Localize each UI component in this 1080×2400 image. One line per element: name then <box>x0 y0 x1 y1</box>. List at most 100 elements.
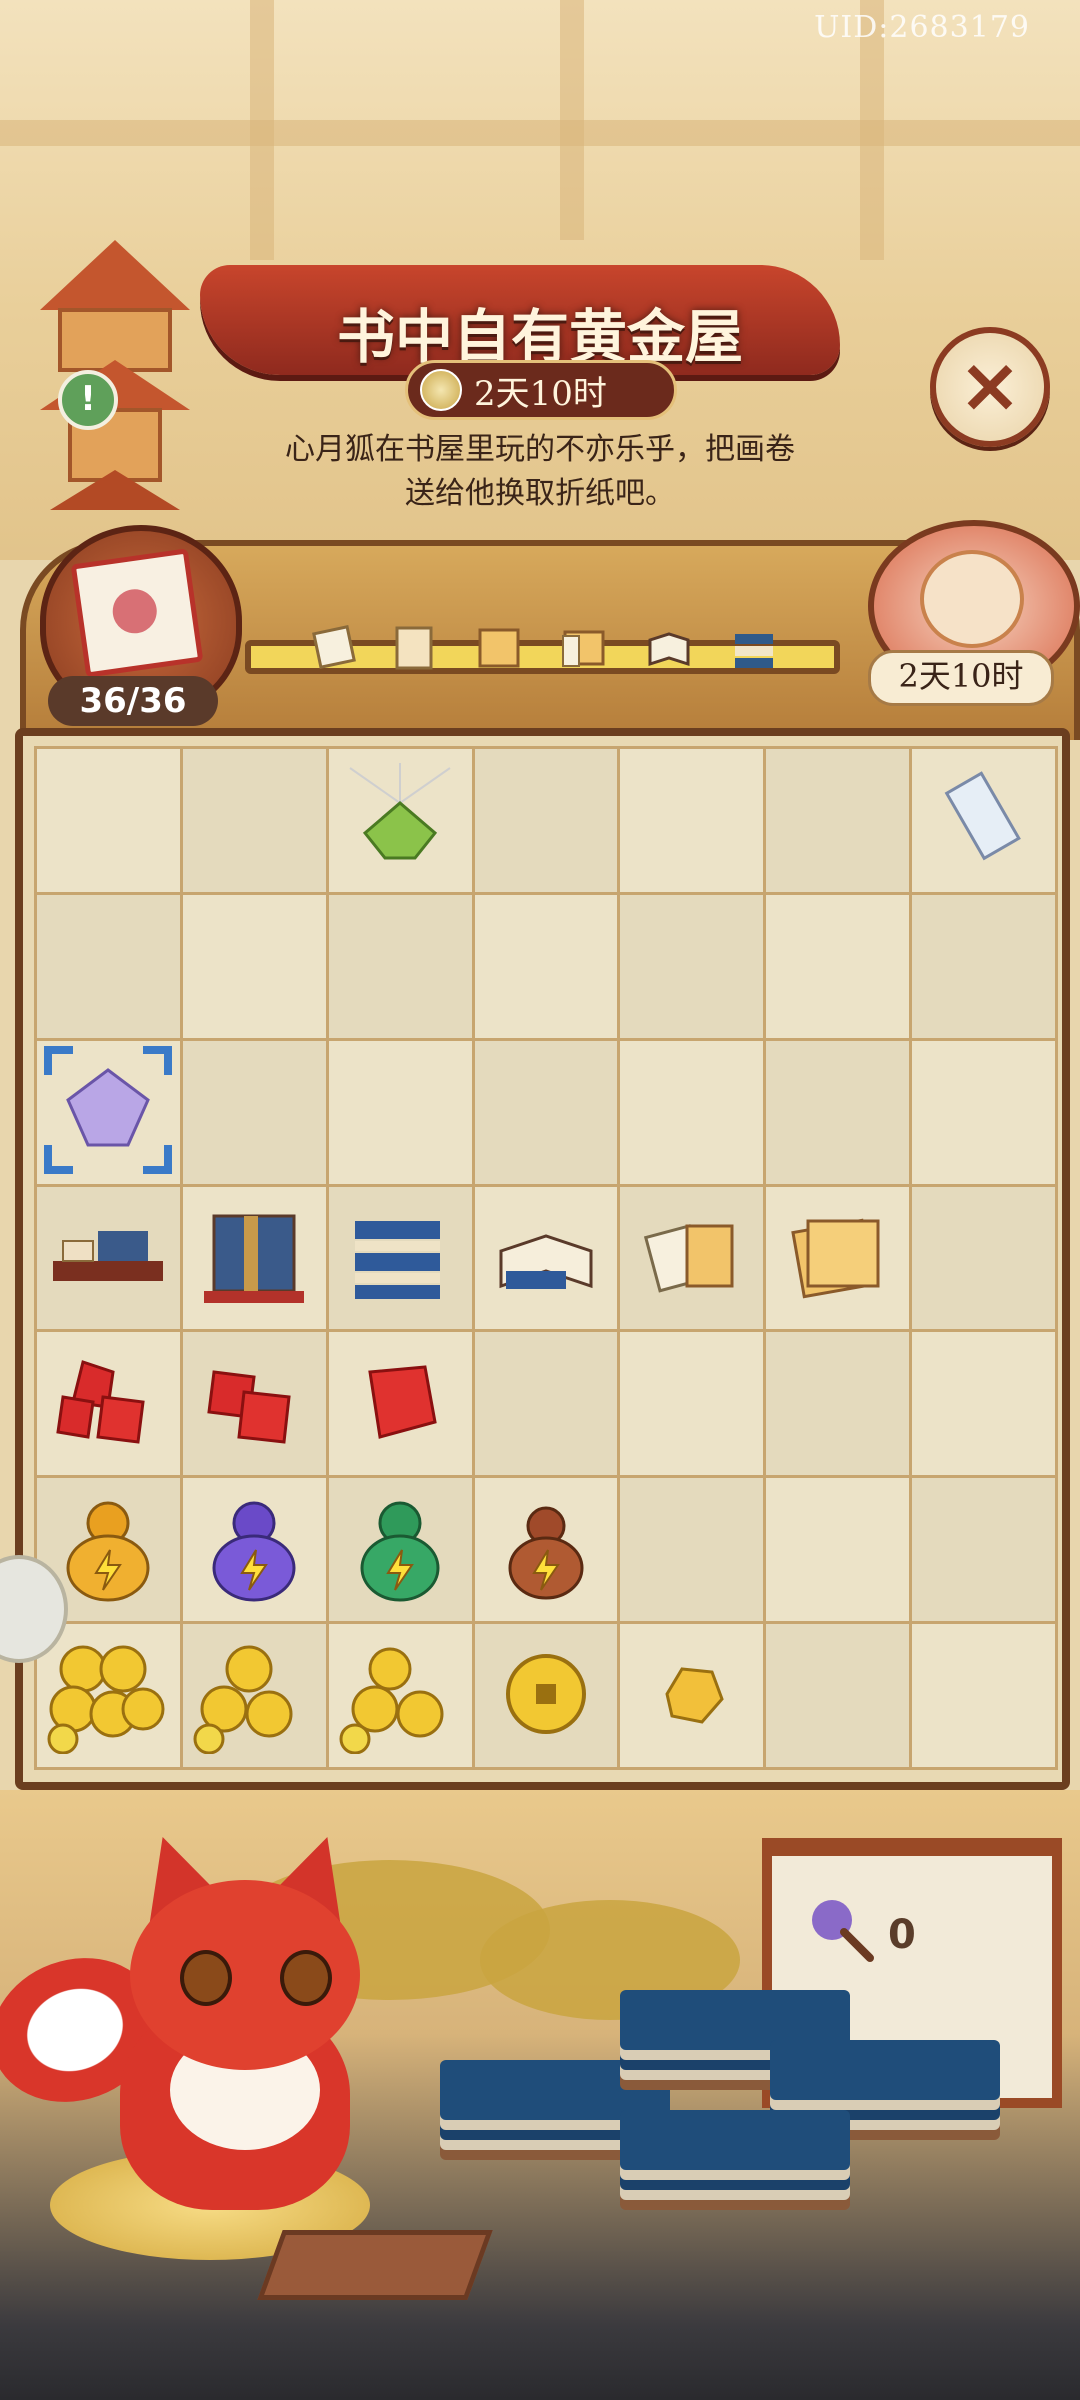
ceiling-beam <box>0 120 1080 146</box>
grid-cell[interactable] <box>912 749 1055 892</box>
grid-cell[interactable] <box>766 894 910 1038</box>
letter-stage-icon <box>395 626 433 670</box>
grid-cell[interactable] <box>620 1332 764 1476</box>
grid-cell[interactable] <box>328 1624 472 1767</box>
grid-cell[interactable] <box>620 894 764 1038</box>
grid-cell[interactable] <box>474 1332 618 1476</box>
grid-cell[interactable] <box>328 1040 472 1184</box>
book-stack-stage-icon <box>735 634 773 668</box>
grid-cell[interactable] <box>328 1332 472 1476</box>
grid-cell[interactable] <box>912 1186 1055 1330</box>
description-line-1: 心月狐在书屋里玩的不亦乐乎，把画卷 <box>285 432 795 467</box>
paper-scroll-icon[interactable] <box>944 768 1024 872</box>
character-timer: 2天10时 <box>868 650 1054 706</box>
description-line-2: 送给他换取折纸吧。 <box>405 476 675 511</box>
grid-cell[interactable] <box>474 1478 618 1622</box>
grid-cell[interactable] <box>328 749 472 892</box>
red-gem-1-icon[interactable] <box>350 1352 450 1456</box>
event-description: 心月狐在书屋里玩的不亦乐乎，把画卷 送给他换取折纸吧。 <box>200 428 880 516</box>
grid-cell[interactable] <box>620 1478 764 1622</box>
energy-gourd-brown-icon[interactable] <box>496 1488 596 1612</box>
wooden-tray <box>257 2230 493 2300</box>
alert-icon[interactable]: ! <box>58 370 118 430</box>
grid-cell[interactable] <box>182 749 326 892</box>
grid-cell[interactable] <box>37 1332 180 1476</box>
grid-cell[interactable] <box>912 1624 1055 1767</box>
grid-cell[interactable] <box>474 1186 618 1330</box>
grid-cell[interactable] <box>37 1624 180 1767</box>
duster-count: 0 <box>888 1912 916 1958</box>
grid-cell[interactable] <box>474 894 618 1038</box>
grid-cell[interactable] <box>37 749 180 892</box>
grid-cell[interactable] <box>912 1332 1055 1476</box>
origami-frog-cobweb-icon[interactable] <box>345 763 455 877</box>
red-gems-3-icon[interactable] <box>53 1352 163 1456</box>
event-timer: 2天10时 <box>405 360 677 420</box>
grid-cell[interactable] <box>912 1478 1055 1622</box>
uid-label: UID:2683179 <box>814 10 1030 45</box>
progress-track <box>245 625 840 674</box>
close-button[interactable]: × <box>930 327 1050 447</box>
scroll-stage-icon <box>312 625 356 669</box>
book-stack-decoration[interactable] <box>770 2040 1000 2100</box>
grid-cell[interactable] <box>474 749 618 892</box>
grid-cell[interactable] <box>766 1040 910 1184</box>
grid-cell[interactable] <box>182 1624 326 1767</box>
grid-cell[interactable] <box>182 894 326 1038</box>
paper-bundle-stage-icon <box>478 628 520 668</box>
origami-fortune-teller-selected-icon[interactable] <box>43 1045 173 1179</box>
gold-nugget-icon[interactable] <box>652 1654 732 1738</box>
coin-pile-3-icon[interactable] <box>43 1634 173 1758</box>
fox-eye <box>180 1950 232 2006</box>
grid-cell[interactable] <box>766 1478 910 1622</box>
energy-gourd-green-icon[interactable] <box>350 1488 450 1612</box>
cat-character-icon <box>920 550 1024 648</box>
open-book-stage-icon <box>648 632 690 667</box>
grid-cell[interactable] <box>328 1478 472 1622</box>
grid-cell[interactable] <box>766 1624 910 1767</box>
leaf-clock-icon <box>420 369 462 411</box>
grid-cell[interactable] <box>474 1040 618 1184</box>
grid-cell[interactable] <box>912 894 1055 1038</box>
book-stack-decoration[interactable] <box>620 2110 850 2170</box>
grid-cell[interactable] <box>474 1624 618 1767</box>
energy-gourd-purple-icon[interactable] <box>204 1488 304 1612</box>
ceiling-beam <box>560 0 584 240</box>
book-stage-icon <box>562 630 605 667</box>
open-books-icon[interactable] <box>491 1201 601 1315</box>
feather-duster-icon <box>812 1900 874 1962</box>
coin-pile-1-icon[interactable] <box>335 1634 465 1758</box>
grid-cell[interactable] <box>328 1186 472 1330</box>
grid-cell[interactable] <box>620 1186 764 1330</box>
energy-gourd-orange-icon[interactable] <box>58 1488 158 1612</box>
fox-eye <box>280 1950 332 2006</box>
grid-cell[interactable] <box>912 1040 1055 1184</box>
grid-cell[interactable] <box>182 1478 326 1622</box>
paper-bundle-icon[interactable] <box>783 1201 893 1315</box>
grid-cell[interactable] <box>620 1624 764 1767</box>
folded-papers-icon[interactable] <box>637 1201 747 1315</box>
grid-cell[interactable] <box>620 749 764 892</box>
grid-cell[interactable] <box>182 1040 326 1184</box>
grid-cell[interactable] <box>328 894 472 1038</box>
grid-cell[interactable] <box>37 1186 180 1330</box>
ceiling-beam <box>250 0 274 260</box>
grid-cell[interactable] <box>37 894 180 1038</box>
progress-counter: 36/36 <box>48 676 218 726</box>
red-gems-2-icon[interactable] <box>199 1352 309 1456</box>
pagoda-lantern-icon <box>40 240 190 510</box>
book-stack-icon[interactable] <box>345 1201 455 1315</box>
grid-cell[interactable] <box>182 1332 326 1476</box>
merge-grid <box>34 746 1058 1770</box>
scroll-table-icon[interactable] <box>43 1211 173 1305</box>
grid-cell[interactable] <box>37 1040 180 1184</box>
grid-cell[interactable] <box>766 1332 910 1476</box>
grid-cell[interactable] <box>766 1186 910 1330</box>
scroll-reward-icon <box>70 548 204 678</box>
coin-pile-2-icon[interactable] <box>189 1634 319 1758</box>
book-shelf-stand-icon[interactable] <box>199 1201 309 1315</box>
grid-cell[interactable] <box>766 749 910 892</box>
grid-cell[interactable] <box>182 1186 326 1330</box>
grid-cell[interactable] <box>620 1040 764 1184</box>
copper-coin-icon[interactable] <box>496 1644 596 1748</box>
